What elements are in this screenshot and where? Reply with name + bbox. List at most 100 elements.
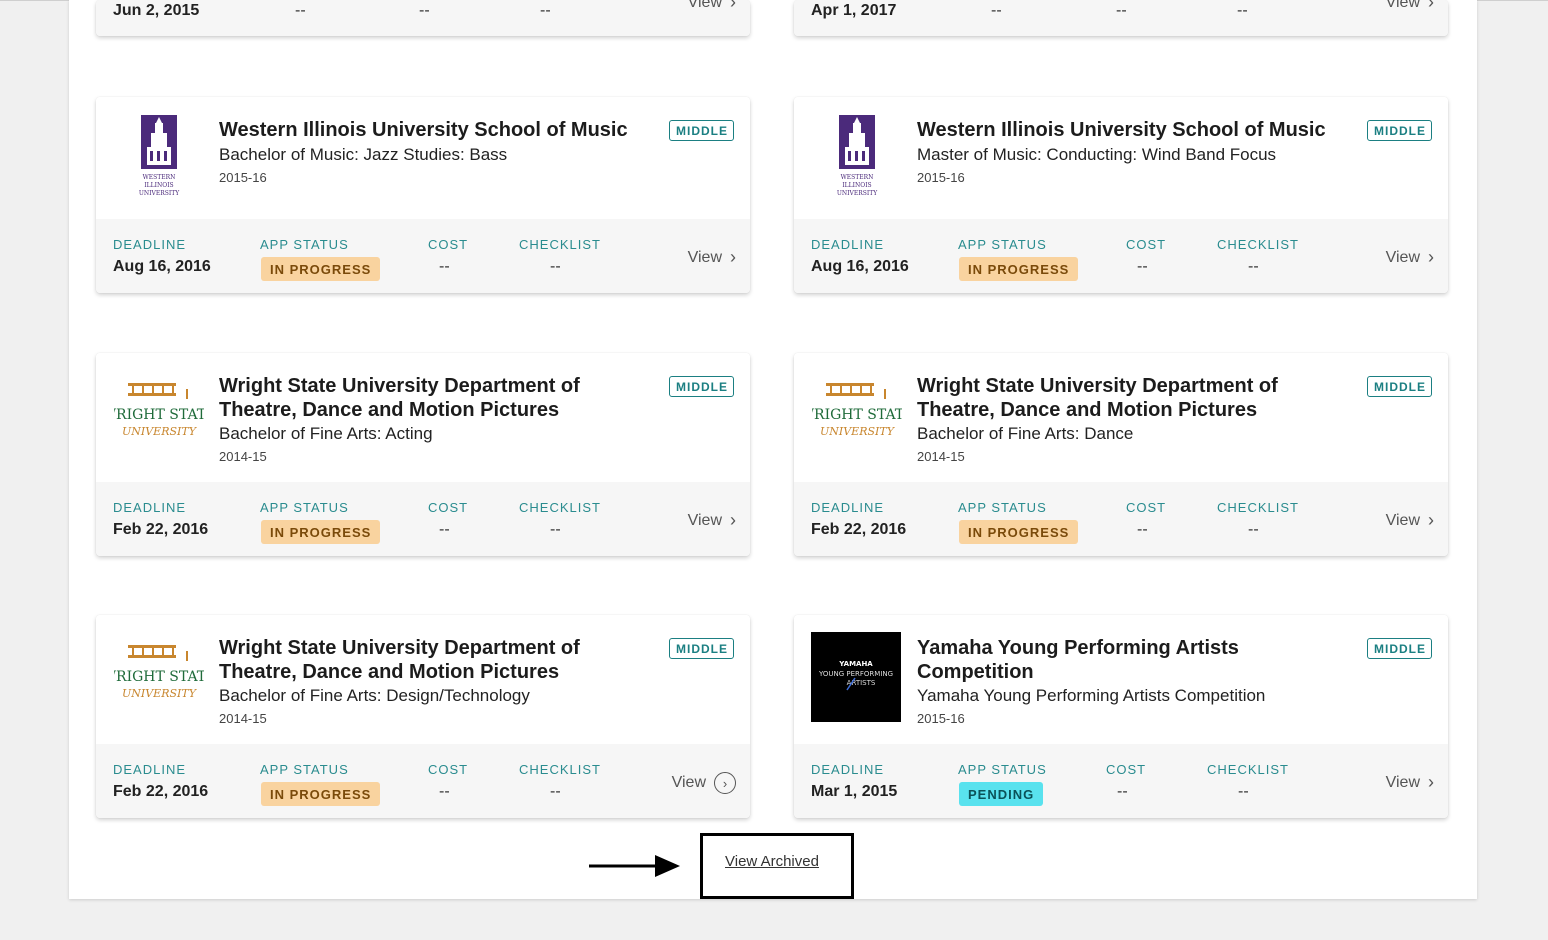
program-name: Master of Music: Conducting: Wind Band F…	[917, 145, 1277, 164]
app-status-label: APP STATUS	[958, 237, 1047, 252]
status-badge: IN PROGRESS	[261, 257, 381, 281]
application-card[interactable]: WRIGHT STATE UNIVERSITY Wright State Uni…	[794, 353, 1448, 556]
checklist-value: --	[550, 783, 561, 800]
wright-state-logo: WRIGHT STATE UNIVERSITY	[102, 373, 216, 463]
program-name: Yamaha Young Performing Artists Competit…	[917, 686, 1266, 705]
wiu-logo-line-2: ILLINOIS	[842, 182, 871, 189]
school-title: Wright State University Department of Th…	[917, 375, 1278, 421]
western-illinois-logo: WESTERN ILLINOIS UNIVERSITY	[114, 113, 204, 203]
checklist-label: CHECKLIST	[1207, 762, 1289, 777]
chevron-right-icon: ›	[730, 247, 736, 267]
application-card[interactable]: WESTERN ILLINOIS UNIVERSITY Western Illi…	[96, 97, 750, 293]
program-year: 2014-15	[219, 449, 267, 464]
chevron-right-icon: ›	[1428, 247, 1434, 267]
deadline-value: Jun 2, 2015	[113, 2, 200, 19]
view-link[interactable]: View ›	[688, 247, 736, 268]
deadline-label: DEADLINE	[113, 500, 187, 515]
western-illinois-logo: WESTERN ILLINOIS UNIVERSITY	[812, 113, 902, 203]
program-name: Bachelor of Fine Arts: Dance	[917, 424, 1134, 443]
program-name: Bachelor of Music: Jazz Studies: Bass	[219, 145, 508, 164]
wsu-logo-line-1: WRIGHT STATE	[114, 669, 204, 685]
cost-label: COST	[1126, 500, 1167, 515]
checklist-value: --	[1237, 2, 1248, 19]
view-label: View	[1385, 773, 1420, 791]
view-link[interactable]: View ›	[1386, 0, 1434, 13]
view-archived-link[interactable]: View Archived	[725, 853, 819, 870]
wiu-logo-line-3: UNIVERSITY	[837, 190, 878, 197]
priority-badge: MIDDLE	[1367, 120, 1432, 141]
program-year: 2015-16	[917, 170, 965, 185]
card-header: WESTERN ILLINOIS UNIVERSITY Western Illi…	[96, 97, 750, 219]
wsu-logo-line-1: WRIGHT STATE	[812, 407, 902, 423]
wsu-logo-line-2: UNIVERSITY	[122, 687, 198, 700]
cost-value: --	[439, 783, 450, 800]
application-card[interactable]: YAMAHA YOUNG PERFORMING ARTISTS Yamaha Y…	[794, 615, 1448, 818]
priority-badge: MIDDLE	[1367, 638, 1432, 659]
view-link[interactable]: View ›	[688, 0, 736, 13]
status-badge: IN PROGRESS	[261, 520, 381, 544]
view-link[interactable]: View ›	[1386, 247, 1434, 268]
card-footer: Jun 2, 2015 -- -- -- View ›	[96, 0, 750, 36]
view-link[interactable]: View ›	[1386, 772, 1434, 793]
card-footer: DEADLINE Feb 22, 2016 APP STATUS IN PROG…	[794, 482, 1448, 556]
view-label: View	[687, 511, 722, 529]
wiu-logo-line-3: UNIVERSITY	[139, 190, 180, 197]
program-year: 2014-15	[219, 711, 267, 726]
card-footer: DEADLINE Aug 16, 2016 APP STATUS IN PROG…	[96, 219, 750, 293]
view-label: View	[671, 774, 706, 791]
deadline-value: Mar 1, 2015	[811, 783, 898, 800]
app-status-label: APP STATUS	[958, 762, 1047, 777]
school-title: Western Illinois University School of Mu…	[219, 119, 628, 141]
arrow-right-icon	[589, 855, 680, 877]
school-title: Wright State University Department of Th…	[219, 637, 580, 683]
school-title: Wright State University Department of Th…	[219, 375, 580, 421]
wiu-logo-line-1: WESTERN	[143, 174, 176, 181]
view-link[interactable]: View ›	[688, 510, 736, 531]
deadline-label: DEADLINE	[113, 762, 187, 777]
school-title: Western Illinois University School of Mu…	[917, 119, 1326, 141]
wsu-logo-line-2: UNIVERSITY	[122, 425, 198, 438]
chevron-right-icon: ›	[1428, 0, 1434, 12]
app-status-label: APP STATUS	[260, 762, 349, 777]
checklist-label: CHECKLIST	[1217, 500, 1299, 515]
card-footer: DEADLINE Feb 22, 2016 APP STATUS IN PROG…	[96, 482, 750, 556]
card-footer: DEADLINE Feb 22, 2016 APP STATUS IN PROG…	[96, 744, 750, 818]
wright-state-logo: WRIGHT STATE UNIVERSITY	[102, 635, 216, 725]
status-badge: IN PROGRESS	[261, 782, 381, 806]
yamaha-logo-line-1: YAMAHA	[838, 660, 873, 668]
deadline-value: Feb 22, 2016	[113, 783, 209, 800]
cost-label: COST	[1126, 237, 1167, 252]
app-status-label: APP STATUS	[260, 237, 349, 252]
checklist-label: CHECKLIST	[519, 500, 601, 515]
application-card-partial: Apr 1, 2017 -- -- -- View ›	[794, 0, 1448, 36]
cost-label: COST	[428, 237, 469, 252]
view-link[interactable]: View ›	[672, 772, 736, 794]
chevron-right-circle-icon: ›	[714, 772, 736, 794]
deadline-label: DEADLINE	[113, 237, 187, 252]
deadline-value: Aug 16, 2016	[113, 258, 211, 275]
status-badge: IN PROGRESS	[959, 257, 1079, 281]
program-name: Bachelor of Fine Arts: Acting	[219, 424, 433, 443]
wsu-logo-line-2: UNIVERSITY	[820, 425, 896, 438]
checklist-value: --	[1248, 258, 1259, 275]
cost-value: --	[419, 2, 430, 19]
application-card[interactable]: WRIGHT STATE UNIVERSITY Wright State Uni…	[96, 615, 750, 818]
cost-label: COST	[428, 500, 469, 515]
application-card[interactable]: WESTERN ILLINOIS UNIVERSITY Western Illi…	[794, 97, 1448, 293]
view-link[interactable]: View ›	[1386, 510, 1434, 531]
card-footer: Apr 1, 2017 -- -- -- View ›	[794, 0, 1448, 36]
view-label: View	[687, 248, 722, 266]
status-badge: PENDING	[959, 782, 1044, 806]
card-header: WRIGHT STATE UNIVERSITY Wright State Uni…	[96, 353, 750, 482]
cost-value: --	[1116, 2, 1127, 19]
deadline-value: Feb 22, 2016	[811, 521, 907, 538]
wiu-logo-line-2: ILLINOIS	[144, 182, 173, 189]
priority-badge: MIDDLE	[669, 638, 734, 659]
view-label: View	[1385, 0, 1420, 11]
program-name: Bachelor of Fine Arts: Design/Technology	[219, 686, 530, 705]
deadline-label: DEADLINE	[811, 500, 885, 515]
deadline-value: Feb 22, 2016	[113, 521, 209, 538]
checklist-label: CHECKLIST	[519, 762, 601, 777]
cost-label: COST	[1106, 762, 1147, 777]
application-card[interactable]: WRIGHT STATE UNIVERSITY Wright State Uni…	[96, 353, 750, 556]
